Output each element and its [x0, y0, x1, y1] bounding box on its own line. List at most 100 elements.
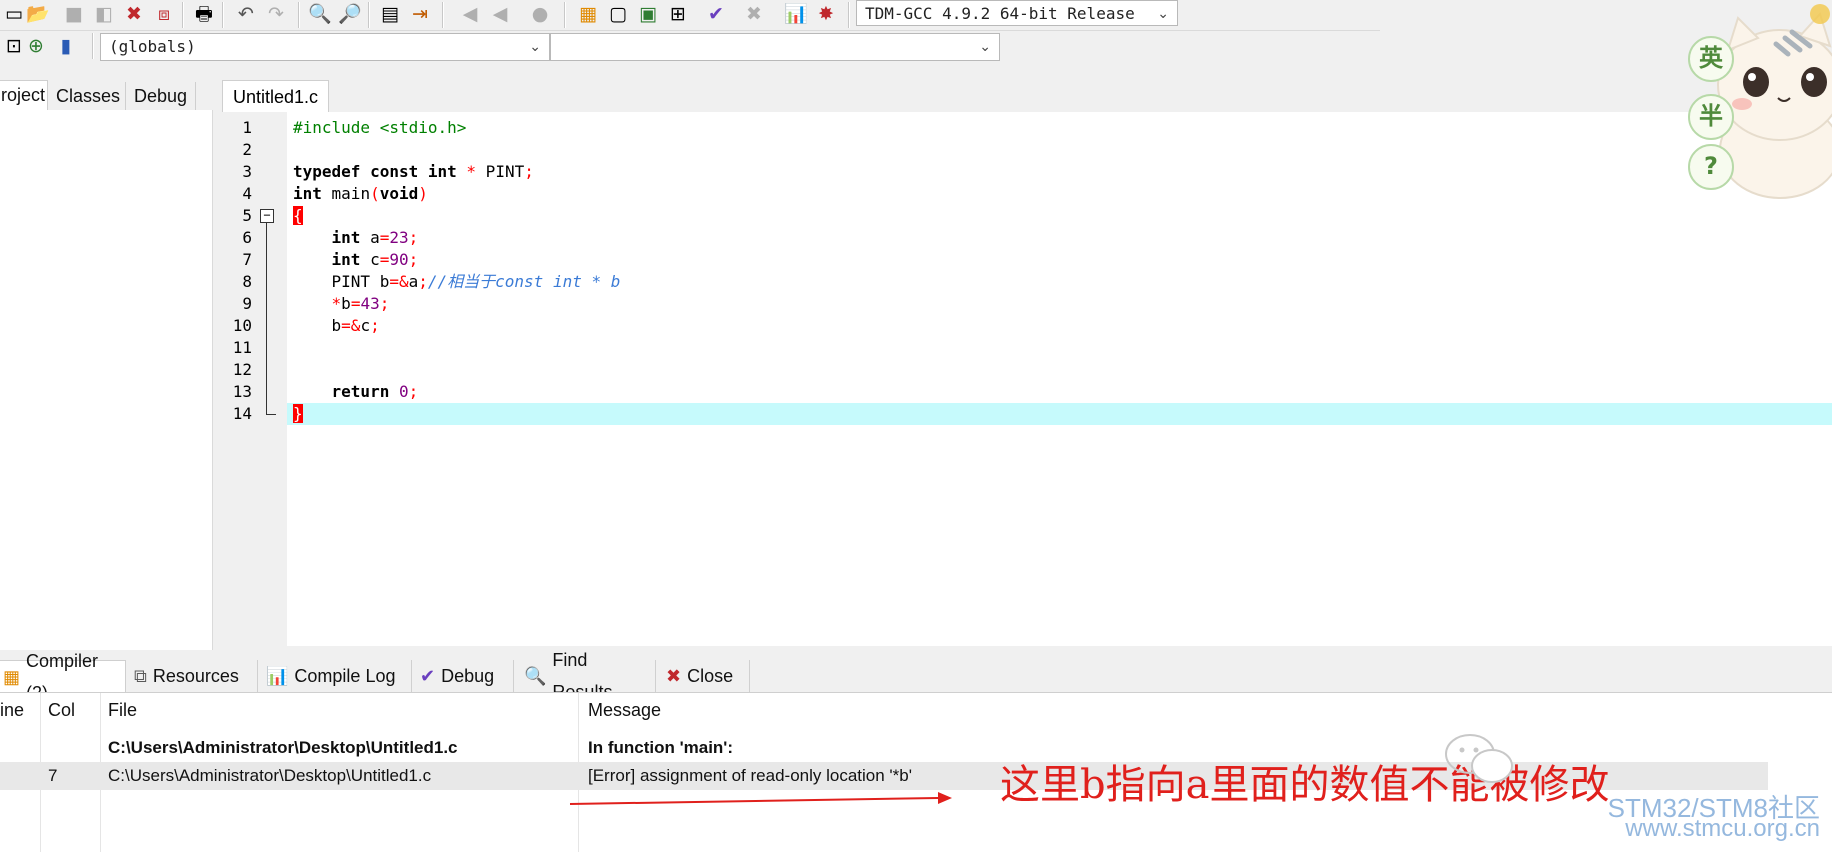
main-toolbar: ▭ 📂 ■ ◧ ✖ ⧈ 🖶 ↶ ↷ 🔍 🔎 ▤ ⇥ ◀ ◀ ● ▦ ▢ ▣ ⊞ … [0, 0, 1380, 31]
line-number: 3 [242, 162, 252, 181]
grid-icon[interactable]: ⊞ [664, 1, 692, 27]
stop-icon[interactable]: ✖ [740, 1, 768, 27]
line-number: 5 [242, 206, 252, 225]
bookmark-icon[interactable]: ⇥ [406, 1, 434, 27]
close-all-icon[interactable]: ⧈ [150, 1, 178, 27]
code-token: 43 [360, 294, 380, 313]
code-token: ; [408, 228, 419, 247]
tab-debug[interactable]: Debug [126, 82, 196, 110]
tab-classes[interactable]: Classes [48, 82, 126, 110]
compiler-select[interactable]: TDM-GCC 4.9.2 64-bit Release ⌄ [856, 0, 1178, 26]
fold-collapse-icon[interactable]: − [260, 209, 274, 223]
line-number: 12 [232, 360, 252, 379]
line-number: 14 [232, 404, 252, 423]
bookmark-page-icon[interactable]: ▮ [52, 33, 80, 59]
add-file-icon[interactable]: ⊕ [22, 33, 50, 59]
code-token: ; [379, 294, 390, 313]
tab-debug-label: Debug [441, 666, 495, 686]
replace-icon[interactable]: 🔎 [336, 1, 364, 27]
find-icon[interactable]: 🔍 [306, 1, 334, 27]
tab-resources[interactable]: ⧉ Resources [128, 660, 258, 692]
save-icon[interactable]: ■ [60, 1, 88, 27]
code-line-5: { [287, 205, 1832, 227]
profile-delete-icon[interactable]: ✸ [812, 1, 840, 27]
project-panel-tabs: roject Classes Debug [0, 80, 212, 110]
column-header-col[interactable]: Col [48, 693, 75, 727]
code-token: void [379, 184, 419, 203]
scope-select[interactable]: (globals) ⌄ [100, 33, 550, 61]
print-icon[interactable]: 🖶 [190, 1, 218, 27]
indent-icon[interactable]: ◀ [456, 1, 484, 27]
table-row-message[interactable]: In function 'main': [588, 734, 733, 762]
tab-untitled1[interactable]: Untitled1.c [222, 80, 330, 113]
code-token: ; [408, 382, 419, 401]
chevron-down-icon: ⌄ [529, 39, 541, 55]
code-line-9: *b=43; [331, 294, 390, 313]
table-row-col[interactable]: 7 [48, 762, 57, 790]
code-line-13: return 0; [287, 381, 1832, 403]
redo-icon[interactable]: ↷ [262, 1, 290, 27]
save-all-icon[interactable]: ◧ [90, 1, 118, 27]
check-icon: ✔ [420, 666, 436, 686]
code-line-3: typedef const int * PINT; [293, 162, 534, 181]
tab-close[interactable]: ✖ Close [660, 660, 750, 692]
tab-compiler[interactable]: ▦ Compiler (2) [0, 651, 126, 703]
fold-guide-end [266, 414, 276, 415]
code-line-10: b=&c; [293, 316, 380, 335]
column-header-message[interactable]: Message [588, 693, 661, 727]
function-select[interactable]: ⌄ [550, 33, 1000, 61]
table-row-message[interactable]: [Error] assignment of read-only location… [588, 762, 912, 790]
line-number: 1 [242, 118, 252, 137]
table-row-file[interactable]: C:\Users\Administrator\Desktop\Untitled1… [108, 762, 431, 790]
goto-line-icon[interactable]: ▤ [376, 1, 404, 27]
toggle-comment-icon[interactable]: ● [526, 1, 554, 27]
undo-icon[interactable]: ↶ [232, 1, 260, 27]
code-line-8: PINT b=&a;//相当于const int * b [293, 272, 621, 291]
code-line-6: int a=23; [331, 228, 419, 247]
layout-icon[interactable]: ▣ [634, 1, 662, 27]
column-header-file[interactable]: File [108, 693, 137, 727]
unindent-icon[interactable]: ◀ [486, 1, 514, 27]
code-token: int [331, 250, 361, 269]
annotation-arrow [569, 792, 952, 805]
project-tree[interactable] [0, 110, 213, 650]
tab-compile-log[interactable]: 📊 Compile Log [260, 660, 412, 692]
tab-find-results[interactable]: 🔍 Find Results [518, 650, 656, 702]
window-icon[interactable]: ▢ [604, 1, 632, 27]
line-number: 6 [242, 228, 252, 247]
line-number: 4 [242, 184, 252, 203]
chevron-down-icon: ⌄ [979, 39, 991, 55]
code-token: ; [370, 316, 380, 335]
tab-debug-output[interactable]: ✔ Debug [414, 660, 514, 692]
code-line-4: int main(void) [293, 184, 428, 203]
close-icon: ✖ [666, 666, 682, 686]
compiler-icon: ▦ [3, 666, 21, 687]
tab-resources-label: Resources [152, 666, 239, 686]
tab-project[interactable]: roject [0, 80, 48, 110]
open-file-icon[interactable]: 📂 [24, 1, 52, 27]
code-token: 90 [389, 250, 409, 269]
find-icon: 🔍 [524, 666, 547, 686]
toolbar-separator [92, 33, 94, 59]
chart-icon[interactable]: 📊 [782, 1, 810, 27]
code-token: * [466, 162, 477, 181]
table-row-file[interactable]: C:\Users\Administrator\Desktop\Untitled1… [108, 734, 458, 762]
code-editor[interactable]: 1 2 3 4 5 6 7 8 9 10 11 12 13 14 − #incl… [222, 112, 1832, 646]
check-icon[interactable]: ✔ [702, 1, 730, 27]
line-number: 2 [242, 140, 252, 159]
compiler-select-value: TDM-GCC 4.9.2 64-bit Release [865, 4, 1135, 23]
side-badge: 半 [1688, 94, 1734, 140]
toolbar-separator [298, 2, 300, 28]
close-file-icon[interactable]: ✖ [120, 1, 148, 27]
project-icon[interactable]: ▦ [574, 1, 602, 27]
code-comment: //相当于const int * b [427, 272, 621, 291]
watermark-url: www.stmcu.org.cn [1625, 815, 1820, 842]
code-line-14-current: } [287, 403, 1832, 425]
toolbar-separator [564, 2, 566, 28]
class-toolbar: ⊡ ⊕ ▮ (globals) ⌄ ⌄ [0, 33, 1170, 71]
column-header-line[interactable]: ine [0, 693, 24, 727]
line-number: 7 [242, 250, 252, 269]
